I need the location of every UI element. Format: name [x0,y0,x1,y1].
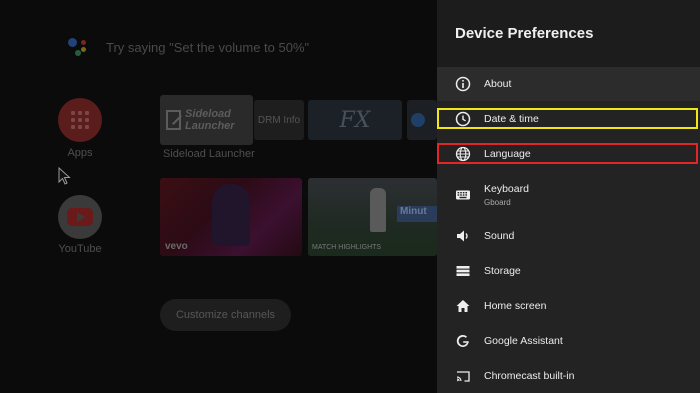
apps-button[interactable] [58,98,102,142]
mouse-pointer-icon [58,167,71,185]
video-thumbnail-figure [212,184,250,246]
assistant-hint: Try saying "Set the volume to 50%" [66,34,309,60]
youtube-icon [67,208,93,226]
match-highlights-label: MATCH HIGHLIGHTS [312,244,382,251]
device-preferences-panel: Device Preferences About Date & time Lan… [437,0,700,393]
menu-item-label: About [484,78,512,90]
apps-label: Apps [67,147,93,159]
fx-tile[interactable]: FX [308,100,402,140]
menu-item-storage[interactable]: Storage [437,260,700,281]
vevo-logo: vevo [165,241,188,252]
match-highlights-tile[interactable]: Minut MATCH HIGHLIGHTS [308,178,437,256]
menu-item-label: Google Assistant [484,334,563,347]
youtube-button[interactable] [58,195,102,239]
menu-item-chromecast[interactable]: Chromecast built-in [437,365,700,386]
keyboard-icon [455,187,471,203]
google-icon [455,333,471,349]
highlight-box-date-time [437,108,698,129]
apps-grid-icon [71,111,89,129]
vevo-video-tile[interactable]: vevo [160,178,302,256]
video-thumbnail-figure [370,188,386,232]
google-assistant-icon [66,34,92,60]
menu-item-label: Chromecast built-in [484,369,575,382]
youtube-label: YouTube [58,243,102,255]
storage-icon [455,263,471,279]
menu-item-sound[interactable]: Sound [437,225,700,246]
sideload-icon [166,110,182,130]
assistant-hint-text: Try saying "Set the volume to 50%" [106,39,310,55]
sideload-tile-title: Sideload Launcher [185,108,235,132]
fx-logo: FX [339,107,371,133]
info-icon [455,76,471,92]
match-banner-text: Minut [397,206,437,222]
menu-item-keyboard[interactable]: Keyboard Gboard [437,178,700,212]
highlight-box-language [437,143,698,164]
menu-item-about[interactable]: About [437,67,700,101]
panel-header: Device Preferences [437,0,700,67]
media-player-tile[interactable] [407,100,437,140]
cast-icon [455,368,471,384]
menu-item-label: Home screen [484,299,547,312]
menu-item-label: Keyboard [484,183,529,195]
panel-title: Device Preferences [455,25,594,42]
drm-info-label: DRM Info [257,114,301,126]
home-icon [455,298,471,314]
home-screen-background: Try saying "Set the volume to 50%" Apps … [0,0,437,393]
speaker-icon [455,228,471,244]
drm-info-tile[interactable]: DRM Info [254,100,304,140]
menu-item-label: Sound [484,229,515,242]
menu-item-google-assistant[interactable]: Google Assistant [437,330,700,351]
customize-channels-label: Customize channels [175,309,276,321]
customize-channels-button[interactable]: Customize channels [160,299,291,331]
menu-item-sublabel: Gboard [484,198,511,207]
menu-item-home-screen[interactable]: Home screen [437,295,700,316]
menu-item-label: Storage [484,264,521,277]
sideload-launcher-tile[interactable]: Sideload Launcher [160,95,253,145]
player-icon [411,113,425,127]
focused-tile-label: Sideload Launcher [163,148,255,160]
